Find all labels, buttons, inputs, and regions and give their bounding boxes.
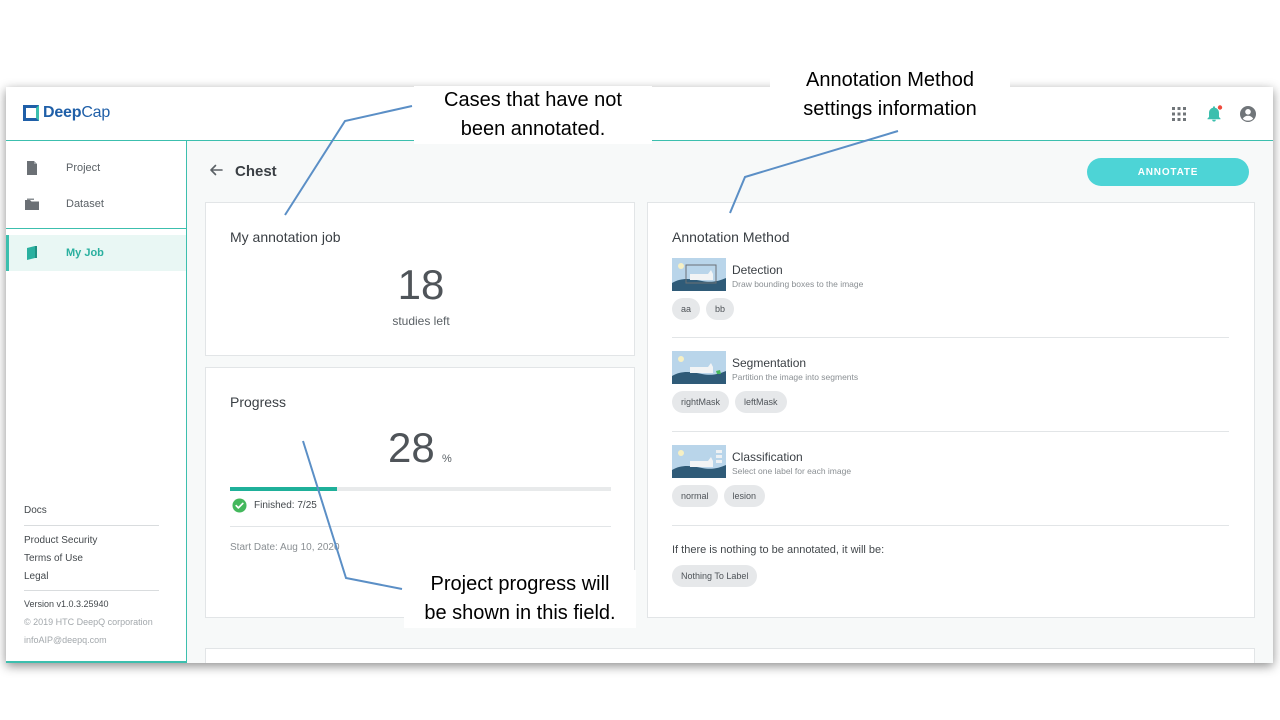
method-divider [672, 431, 1229, 432]
bottom-card [205, 648, 1255, 663]
progress-unit: % [442, 453, 452, 465]
sidebar-item-my-job[interactable]: My Job [6, 235, 186, 271]
logo-text-bold: Deep [43, 104, 82, 121]
bell-icon[interactable] [1204, 104, 1224, 124]
label-chip: rightMask [672, 391, 730, 413]
book-icon [27, 246, 37, 260]
sidebar-divider [6, 228, 186, 229]
progress-divider [230, 526, 611, 527]
method-divider [672, 525, 1229, 526]
presentation-slide: DeepCap Project Dataset My Job Docs Prod… [0, 0, 1280, 720]
detection-thumbnail [672, 258, 726, 291]
page-title: Chest [235, 163, 277, 180]
annotate-button[interactable]: ANNOTATE [1087, 158, 1249, 186]
progress-bar-fill [230, 487, 337, 491]
method-divider [672, 337, 1229, 338]
studies-left-count: 18 [397, 261, 445, 308]
callout-cases-not-annotated: Cases that have not been annotated. [414, 86, 652, 144]
file-icon [27, 161, 37, 175]
contact-email: infoAIP@deepq.com [24, 635, 107, 645]
legal-link[interactable]: Legal [24, 571, 48, 582]
empty-annotation-note: If there is nothing to be annotated, it … [672, 544, 885, 556]
studies-left-label: studies left [392, 314, 450, 328]
nothing-to-label-chip: Nothing To Label [672, 565, 758, 587]
product-security-link[interactable]: Product Security [24, 535, 97, 546]
sidebar-item-label: Project [66, 162, 101, 174]
footer-divider [24, 590, 159, 591]
segmentation-thumbnail [672, 351, 726, 384]
callout-annotation-method: Annotation Method settings information [770, 66, 1010, 124]
sidebar: Project Dataset My Job Docs Product Secu… [6, 141, 187, 663]
label-chip: bb [706, 298, 735, 320]
sidebar-item-label: My Job [66, 247, 104, 259]
folder-icon [25, 198, 39, 210]
sidebar-item-label: Dataset [66, 198, 104, 210]
method-card-title: Annotation Method [672, 229, 790, 245]
account-icon[interactable] [1238, 104, 1258, 124]
method-detection: Detection Draw bounding boxes to the ima… [672, 258, 1232, 328]
label-chip: aa [672, 298, 701, 320]
footer-divider [24, 525, 159, 526]
logo-text-light: Cap [81, 104, 111, 121]
method-segmentation: Segmentation Partition the image into se… [672, 351, 1232, 421]
classification-thumbnail [672, 445, 726, 478]
method-name: Classification [732, 450, 803, 464]
method-description: Select one label for each image [732, 466, 852, 476]
sidebar-item-dataset[interactable]: Dataset [6, 186, 186, 222]
annotation-method-card: Annotation Method Detection Draw boundin… [647, 202, 1255, 618]
check-circle-icon [232, 498, 247, 513]
app-screenshot: DeepCap Project Dataset My Job Docs Prod… [6, 87, 1273, 663]
method-name: Segmentation [732, 356, 807, 370]
copyright-text: © 2019 HTC DeepQ corporation [24, 617, 153, 627]
docs-link[interactable]: Docs [24, 505, 47, 516]
method-description: Draw bounding boxes to the image [732, 279, 864, 289]
start-date: Start Date: Aug 10, 2020 [230, 542, 340, 553]
progress-percent: 28 [388, 424, 435, 471]
progress-card-title: Progress [230, 394, 287, 410]
logo-mark-icon [23, 105, 39, 121]
main-content: Chest ANNOTATE My annotation job 18 stud… [187, 141, 1273, 663]
terms-of-use-link[interactable]: Terms of Use [24, 553, 83, 564]
method-name: Detection [732, 263, 783, 277]
back-arrow-icon[interactable] [208, 162, 224, 178]
job-card-title: My annotation job [230, 229, 341, 245]
version-text: Version v1.0.3.25940 [24, 599, 109, 609]
finished-count: Finished: 7/25 [254, 500, 317, 511]
sidebar-item-project[interactable]: Project [6, 150, 186, 186]
apps-icon[interactable] [1169, 104, 1189, 124]
annotation-job-card: My annotation job 18 studies left [205, 202, 635, 356]
callout-project-progress: Project progress will be shown in this f… [404, 570, 636, 628]
label-chip: leftMask [735, 391, 787, 413]
sidebar-bottom-border [6, 661, 186, 663]
app-logo[interactable]: DeepCap [23, 104, 110, 122]
label-chip: normal [672, 485, 718, 507]
label-chip: lesion [723, 485, 766, 507]
progress-bar [230, 487, 611, 491]
method-description: Partition the image into segments [732, 372, 859, 382]
method-classification: Classification Select one label for each… [672, 445, 1232, 515]
